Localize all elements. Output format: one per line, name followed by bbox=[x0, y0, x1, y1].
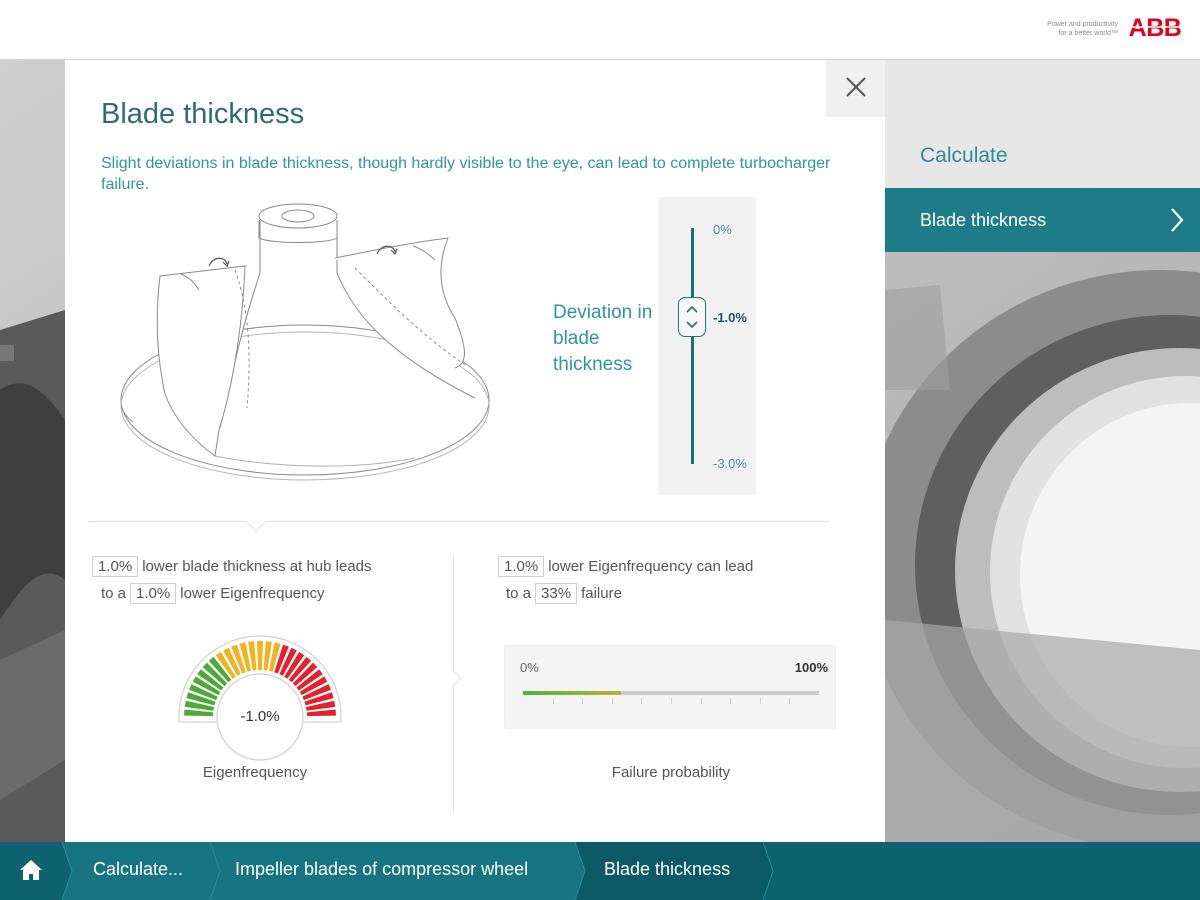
breadcrumb-item-blade-thickness[interactable]: Blade thickness bbox=[585, 842, 763, 900]
statement-value-box: 33% bbox=[535, 583, 578, 604]
vertical-divider-pointer bbox=[444, 669, 462, 687]
slider-handle[interactable] bbox=[678, 296, 706, 337]
calculate-item-blade-thickness[interactable]: Blade thickness bbox=[885, 188, 1200, 252]
calculate-panel: Calculate Blade thickness bbox=[885, 60, 1200, 252]
section-divider bbox=[89, 521, 829, 522]
statement-value-box: 1.0% bbox=[92, 556, 139, 577]
top-bar: Power and productivity for a better worl… bbox=[0, 0, 1200, 60]
blade-thickness-modal: Blade thickness Slight deviations in bla… bbox=[65, 60, 885, 842]
abb-logo: ABB bbox=[1126, 14, 1184, 41]
probability-tick bbox=[789, 698, 791, 704]
slider-max-label: 0% bbox=[713, 222, 732, 237]
modal-title: Blade thickness bbox=[101, 98, 305, 130]
home-icon bbox=[20, 860, 42, 880]
statement-text: failure bbox=[581, 585, 622, 602]
statement-value-box: 1.0% bbox=[498, 556, 545, 577]
probability-tick bbox=[759, 698, 761, 704]
probability-tick bbox=[671, 698, 672, 704]
tagline-line-1: Power and productivity bbox=[1047, 21, 1118, 28]
statement-text: lower Eigenfrequency can lead bbox=[548, 558, 754, 575]
close-icon bbox=[846, 77, 866, 97]
probability-max-label: 100% bbox=[794, 660, 828, 675]
divider-pointer bbox=[246, 512, 266, 532]
eigenfrequency-gauge bbox=[178, 635, 342, 761]
probability-tick bbox=[582, 698, 584, 704]
statement-value-box: 1.0% bbox=[130, 583, 177, 604]
gauge-label: Eigenfrequency bbox=[202, 764, 308, 781]
modal-subtitle: Slight deviations in blade thickness, th… bbox=[101, 155, 831, 193]
breadcrumb: Calculate... Impeller blades of compress… bbox=[0, 842, 1200, 900]
slider-current-value: -1.0% bbox=[713, 309, 747, 325]
breadcrumb-label: Calculate... bbox=[93, 859, 184, 879]
probability-tick bbox=[641, 698, 643, 704]
home-button[interactable] bbox=[0, 842, 62, 900]
probability-tick bbox=[552, 698, 554, 704]
calculate-panel-title: Calculate bbox=[920, 144, 1008, 167]
probability-track bbox=[523, 691, 819, 695]
breadcrumb-item-impeller-blades[interactable]: Impeller blades of compressor wheel bbox=[220, 842, 575, 900]
eigenfrequency-statement: 1.0% lower Eigenfrequency can lead to a 33… bbox=[498, 553, 757, 607]
tagline-line-2: for a better world™ bbox=[1058, 30, 1118, 37]
statement-text: lower Eigenfrequency bbox=[180, 585, 325, 602]
probability-tick bbox=[700, 698, 702, 704]
probability-fill bbox=[523, 691, 621, 695]
deviation-slider: 0% -1.0% -3.0% bbox=[659, 198, 755, 494]
breadcrumb-label: Impeller blades of compressor wheel bbox=[235, 859, 529, 879]
statement-text: to a bbox=[101, 585, 127, 602]
slider-min-label: -3.0% bbox=[713, 456, 747, 471]
deviation-label: Deviation in blade thickness bbox=[553, 302, 653, 375]
up-down-chevron-icon bbox=[686, 305, 698, 328]
breadcrumb-item-calculate[interactable]: Calculate... bbox=[72, 842, 212, 900]
abb-tagline: Power and productivity for a better worl… bbox=[1018, 20, 1118, 38]
probability-label: Failure probability bbox=[611, 764, 731, 781]
slider-track[interactable] bbox=[691, 228, 694, 464]
probability-tick bbox=[611, 698, 613, 704]
calculate-item-label: Blade thickness bbox=[920, 210, 1047, 230]
gauge-value: -1.0% bbox=[240, 708, 280, 725]
failure-probability-bar: 0% 100% bbox=[505, 646, 835, 728]
probability-tick bbox=[730, 698, 732, 704]
probability-min-label: 0% bbox=[520, 660, 539, 675]
statement-text: to a bbox=[506, 585, 532, 602]
statement-text: lower blade thickness at hub leads bbox=[142, 558, 372, 575]
impeller-illustration bbox=[120, 203, 490, 481]
hub-thickness-statement: 1.0% lower blade thickness at hub leads t… bbox=[92, 553, 376, 607]
chevron-right-icon bbox=[1171, 208, 1184, 232]
close-button[interactable] bbox=[826, 60, 885, 117]
breadcrumb-label: Blade thickness bbox=[604, 859, 731, 879]
